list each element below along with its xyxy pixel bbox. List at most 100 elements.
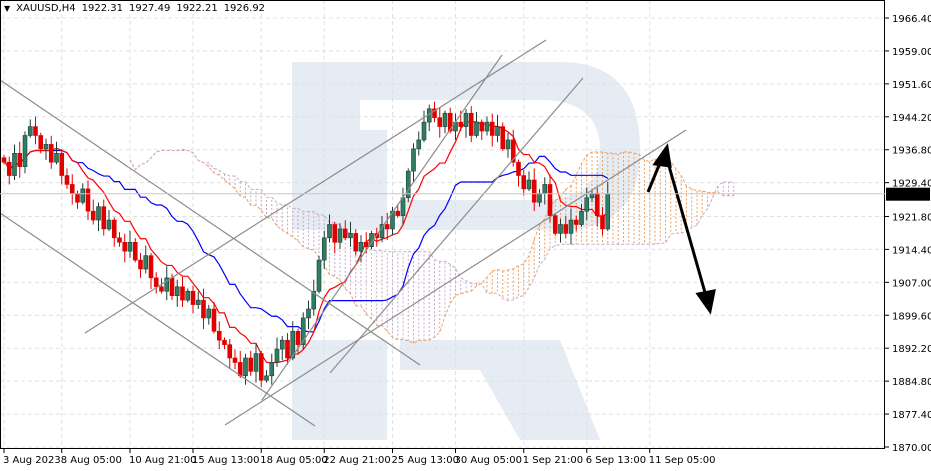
price-chart[interactable]: 1966.401959.001951.601944.201936.801929.… bbox=[0, 0, 931, 471]
candle-body bbox=[190, 290, 196, 305]
candle-body bbox=[285, 339, 290, 359]
dropdown-triangle-icon[interactable]: ▼ bbox=[4, 4, 10, 13]
candle bbox=[279, 336, 285, 361]
candle-body bbox=[531, 179, 537, 203]
candle-body bbox=[96, 206, 101, 221]
candle-body bbox=[216, 330, 222, 341]
candle-body bbox=[227, 344, 233, 359]
candle-body bbox=[269, 362, 275, 377]
candle-body bbox=[594, 193, 600, 216]
low-value: 1922.21 bbox=[176, 3, 218, 14]
y-tick-label: 1921.80 bbox=[892, 212, 931, 223]
candle bbox=[48, 135, 54, 169]
candle bbox=[248, 350, 254, 376]
y-tick-label: 1877.40 bbox=[892, 410, 931, 421]
candle-body bbox=[22, 135, 28, 167]
candle-body bbox=[59, 152, 65, 176]
candle-body bbox=[342, 228, 348, 239]
candle-body bbox=[484, 121, 490, 132]
candle-body bbox=[416, 139, 422, 150]
candle-body bbox=[122, 241, 128, 252]
candle-body bbox=[306, 308, 311, 319]
candle bbox=[190, 285, 196, 314]
candle bbox=[180, 276, 185, 307]
time-axis[interactable]: 3 Aug 2023 8 Aug 05:00 10 Aug 21:0015 Aug … bbox=[3, 448, 716, 466]
x-tick-label: 10 Aug 21:00 bbox=[129, 455, 196, 466]
candle-body bbox=[468, 112, 474, 136]
candle bbox=[463, 109, 469, 138]
candle-body bbox=[573, 219, 579, 225]
candle bbox=[174, 279, 180, 307]
candle-body bbox=[48, 144, 54, 163]
candle-body bbox=[337, 228, 343, 243]
candle bbox=[132, 238, 138, 263]
candle-body bbox=[1, 157, 7, 163]
y-tick-label: 1914.40 bbox=[892, 245, 931, 256]
x-tick-label: 15 Aug 13:00 bbox=[192, 455, 259, 466]
candle bbox=[153, 272, 159, 294]
candle-body bbox=[117, 237, 122, 243]
candle bbox=[411, 143, 416, 183]
candle-body bbox=[80, 188, 86, 203]
y-tick-label: 1966.40 bbox=[892, 14, 931, 25]
candle-body bbox=[358, 241, 364, 252]
candle-body bbox=[222, 339, 227, 345]
price-axis[interactable]: 1966.401959.001951.601944.201936.801929.… bbox=[885, 14, 931, 454]
arrow-down-head bbox=[695, 289, 716, 315]
y-tick-label: 1870.00 bbox=[892, 443, 931, 454]
candle-body bbox=[516, 161, 521, 176]
candle-body bbox=[563, 224, 569, 234]
candle bbox=[437, 107, 443, 138]
candle bbox=[453, 113, 458, 140]
candle bbox=[164, 266, 170, 301]
candle-body bbox=[17, 152, 23, 167]
candle-body bbox=[12, 152, 17, 176]
high-value: 1927.49 bbox=[128, 3, 171, 14]
candle-body bbox=[584, 197, 590, 212]
candle bbox=[90, 199, 96, 225]
candle bbox=[489, 113, 495, 147]
candle bbox=[138, 252, 143, 278]
candle-body bbox=[85, 188, 91, 212]
candle bbox=[206, 304, 212, 325]
open-value: 1922.31 bbox=[81, 3, 123, 14]
candle bbox=[127, 230, 133, 258]
candle bbox=[17, 141, 23, 178]
candle-body bbox=[489, 121, 495, 136]
candle-body bbox=[411, 148, 416, 172]
candle-body bbox=[132, 241, 138, 261]
candle bbox=[332, 221, 338, 254]
candle-body bbox=[90, 210, 96, 221]
candle bbox=[405, 168, 411, 203]
y-tick-label: 1907.00 bbox=[892, 278, 931, 289]
candle-body bbox=[195, 299, 201, 305]
candle-body bbox=[111, 219, 117, 239]
candle bbox=[6, 156, 12, 185]
candle bbox=[547, 174, 553, 223]
candle bbox=[264, 370, 269, 383]
current-price-label: 1926.92 bbox=[888, 190, 929, 201]
candle-body bbox=[38, 135, 44, 150]
candle-body bbox=[143, 255, 149, 270]
candle bbox=[27, 119, 33, 138]
candle-body bbox=[64, 175, 70, 185]
candle bbox=[316, 255, 322, 294]
candle bbox=[216, 321, 222, 350]
candle-body bbox=[106, 219, 112, 230]
candle bbox=[495, 115, 500, 143]
candle bbox=[222, 337, 227, 350]
candle bbox=[479, 119, 485, 140]
candle bbox=[500, 122, 506, 152]
candle-body bbox=[421, 121, 427, 141]
candle-body bbox=[43, 144, 49, 150]
candle-body bbox=[500, 126, 506, 150]
y-tick-label: 1892.20 bbox=[892, 344, 931, 355]
candle-body bbox=[348, 233, 353, 239]
candle-body bbox=[437, 117, 443, 127]
candle bbox=[468, 106, 474, 143]
trendline-desc-lower[interactable] bbox=[0, 212, 316, 427]
candle-body bbox=[153, 277, 159, 288]
candle-body bbox=[69, 184, 75, 194]
candle-body bbox=[600, 215, 605, 230]
y-tick-label: 1959.00 bbox=[892, 47, 931, 58]
